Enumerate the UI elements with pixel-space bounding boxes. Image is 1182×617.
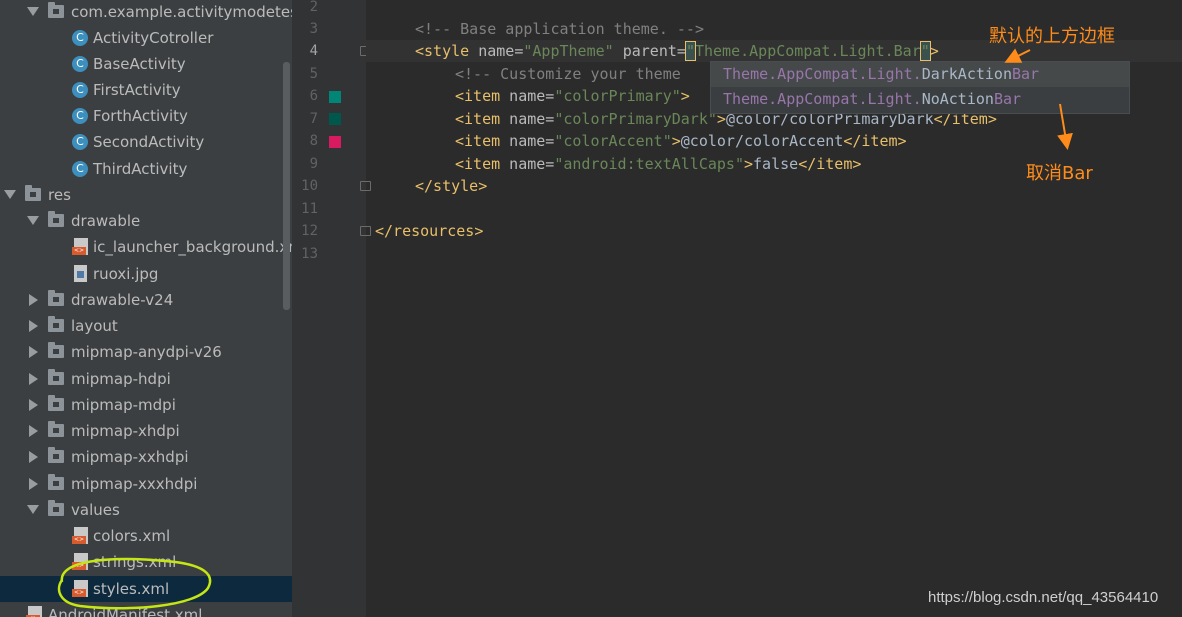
arrow-to-default-bar xyxy=(1004,48,1031,63)
highlight-circle-styles xyxy=(57,557,212,610)
arrow-to-noactionbar xyxy=(1057,103,1073,150)
watermark: https://blog.csdn.net/qq_43564410 xyxy=(928,589,1159,606)
annotation-overlay xyxy=(57,48,1073,610)
